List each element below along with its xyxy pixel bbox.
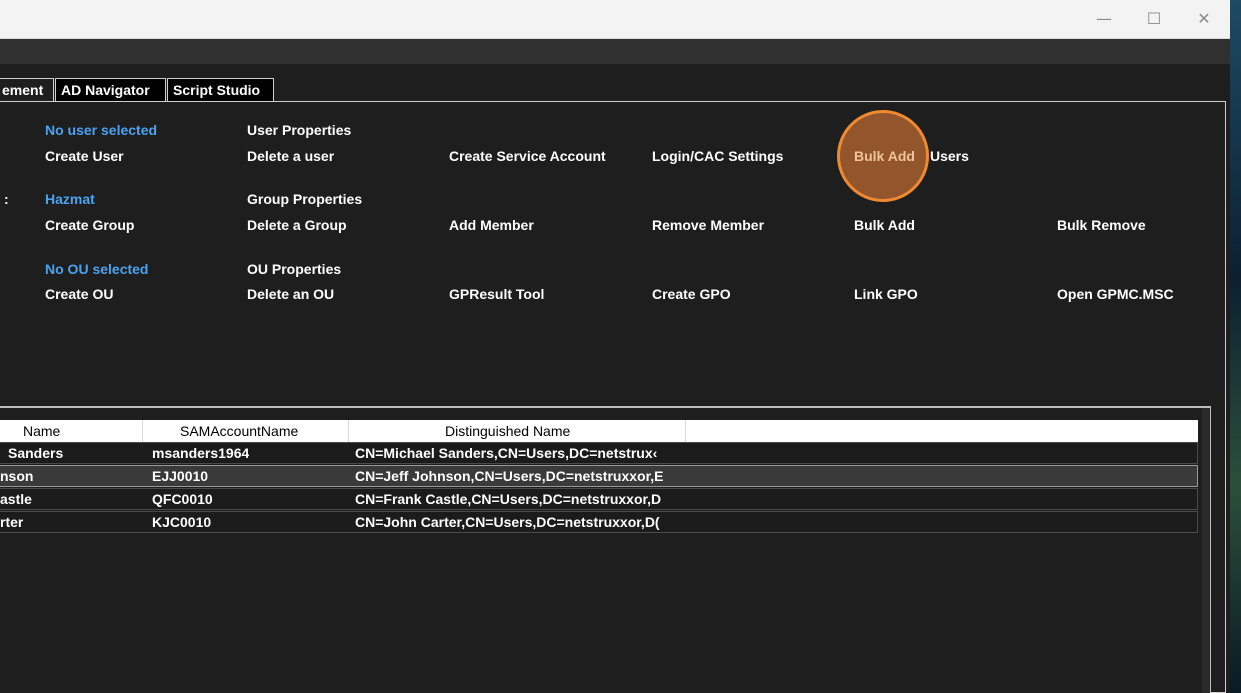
table-row[interactable]: rter KJC0010 CN=John Carter,CN=Users,DC=… xyxy=(0,511,1198,533)
create-ou-button[interactable]: Create OU xyxy=(45,285,113,303)
results-grid: Name SAMAccountName Distinguished Name S… xyxy=(0,406,1211,693)
menu-bar xyxy=(0,39,1230,64)
ou-properties-button[interactable]: OU Properties xyxy=(247,260,341,278)
cell-name: nson xyxy=(0,468,34,484)
cell-sam: KJC0010 xyxy=(152,514,212,530)
delete-user-button[interactable]: Delete a user xyxy=(247,147,334,165)
add-member-button[interactable]: Add Member xyxy=(449,216,534,234)
ou-selection-status: No OU selected xyxy=(45,261,149,277)
app-window: — ☐ ✕ ement AD Navigator Script Studio N… xyxy=(0,0,1230,693)
open-gpmc-button[interactable]: Open GPMC.MSC xyxy=(1057,285,1174,303)
delete-group-button[interactable]: Delete a Group xyxy=(247,216,347,234)
close-icon[interactable]: ✕ xyxy=(1181,0,1227,38)
group-side-mark: : xyxy=(4,191,9,207)
tab-management[interactable]: ement xyxy=(0,78,54,103)
grid-scrollbar[interactable] xyxy=(1202,408,1210,693)
cell-name: Sanders xyxy=(8,445,64,461)
bulk-add-users-suffix: Users xyxy=(930,148,969,164)
table-row-selected[interactable]: nson EJJ0010 CN=Jeff Johnson,CN=Users,DC… xyxy=(0,465,1198,487)
cell-sam: EJJ0010 xyxy=(152,468,209,484)
cell-sam: msanders1964 xyxy=(152,445,250,461)
bulk-add-users-button[interactable]: Bulk Add xyxy=(854,147,915,165)
column-header-distinguished-name[interactable]: Distinguished Name xyxy=(349,420,686,442)
cell-dn: CN=Frank Castle,CN=Users,DC=netstruxxor,… xyxy=(355,491,662,507)
cell-name: rter xyxy=(0,514,24,530)
user-properties-button[interactable]: User Properties xyxy=(247,121,351,139)
minimize-icon[interactable]: — xyxy=(1081,0,1127,38)
column-header-samaccountname[interactable]: SAMAccountName xyxy=(143,420,349,442)
cell-dn: CN=John Carter,CN=Users,DC=netstruxxor,D… xyxy=(355,514,660,530)
tab-script-studio[interactable]: Script Studio xyxy=(167,78,274,101)
cell-dn: CN=Michael Sanders,CN=Users,DC=netstrux‹ xyxy=(355,445,658,461)
column-header-name[interactable]: Name xyxy=(0,420,143,442)
remove-member-button[interactable]: Remove Member xyxy=(652,216,764,234)
create-gpo-button[interactable]: Create GPO xyxy=(652,285,731,303)
cell-dn: CN=Jeff Johnson,CN=Users,DC=netstruxxor,… xyxy=(355,468,664,484)
delete-ou-button[interactable]: Delete an OU xyxy=(247,285,334,303)
desktop-background-edge xyxy=(1230,0,1241,693)
create-service-account-button[interactable]: Create Service Account xyxy=(449,147,606,165)
group-selection-status: Hazmat xyxy=(45,191,95,207)
create-group-button[interactable]: Create Group xyxy=(45,216,134,234)
group-bulk-remove-button[interactable]: Bulk Remove xyxy=(1057,216,1146,234)
cell-sam: QFC0010 xyxy=(152,491,213,507)
title-bar: — ☐ ✕ xyxy=(0,0,1230,39)
login-cac-settings-button[interactable]: Login/CAC Settings xyxy=(652,147,783,165)
create-user-button[interactable]: Create User xyxy=(45,147,124,165)
group-bulk-add-button[interactable]: Bulk Add xyxy=(854,216,915,234)
link-gpo-button[interactable]: Link GPO xyxy=(854,285,918,303)
user-selection-status: No user selected xyxy=(45,122,158,138)
grid-header: Name SAMAccountName Distinguished Name xyxy=(0,420,1198,442)
group-properties-button[interactable]: Group Properties xyxy=(247,190,362,208)
table-row[interactable]: Sanders msanders1964 CN=Michael Sanders,… xyxy=(0,442,1198,464)
tab-ad-navigator[interactable]: AD Navigator xyxy=(55,78,166,101)
cell-name: astle xyxy=(0,491,32,507)
maximize-icon[interactable]: ☐ xyxy=(1131,0,1177,38)
table-row[interactable]: astle QFC0010 CN=Frank Castle,CN=Users,D… xyxy=(0,488,1198,510)
gpresult-tool-button[interactable]: GPResult Tool xyxy=(449,285,544,303)
